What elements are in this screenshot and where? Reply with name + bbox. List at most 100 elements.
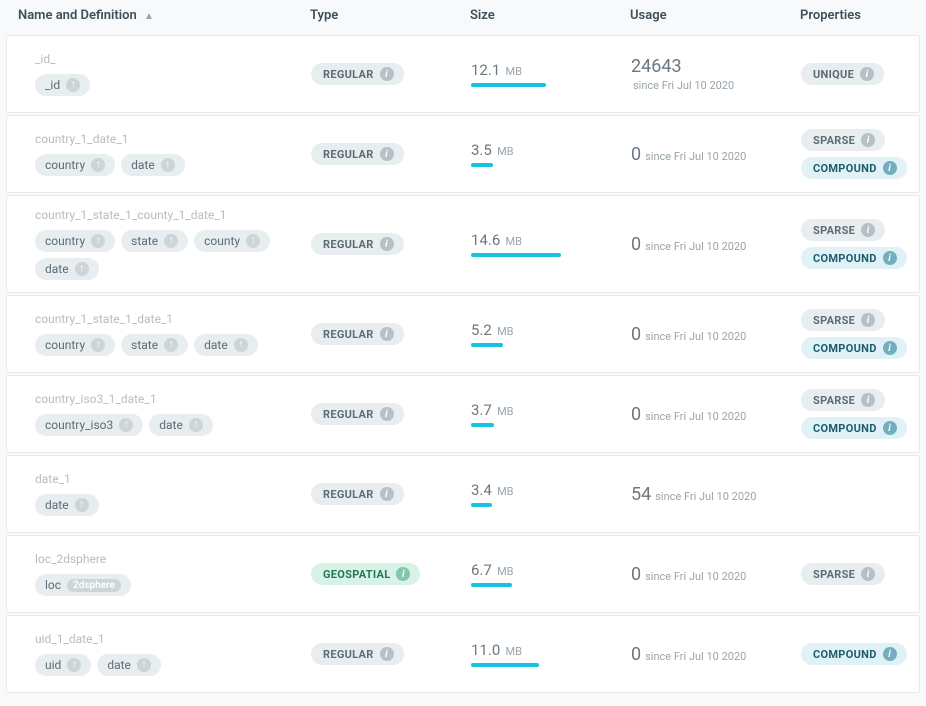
property-badge-compound: COMPOUND i <box>801 337 907 359</box>
sort-asc-icon: ↑ <box>91 234 105 248</box>
info-icon[interactable]: i <box>380 67 394 81</box>
type-label: REGULAR <box>323 488 374 501</box>
field-name: date <box>107 658 131 672</box>
info-icon[interactable]: i <box>380 647 394 661</box>
col-header-size[interactable]: Size <box>470 8 630 23</box>
info-icon[interactable]: i <box>883 421 897 435</box>
size-bar <box>471 83 561 87</box>
sort-asc-icon: ↑ <box>189 418 203 432</box>
usage-count: 0 <box>631 564 641 585</box>
field-pill: date↑ <box>35 258 99 280</box>
size-value: 11.0 <box>471 641 500 659</box>
property-label: COMPOUND <box>813 252 877 265</box>
info-icon[interactable]: i <box>380 327 394 341</box>
field-name: date <box>204 338 228 352</box>
usage-since: since Fri Jul 10 2020 <box>645 150 746 163</box>
field-name: loc <box>45 578 61 592</box>
size-unit: MB <box>497 325 513 338</box>
info-icon[interactable]: i <box>396 567 410 581</box>
field-pill: county↑ <box>194 230 270 252</box>
type-label: REGULAR <box>323 148 374 161</box>
size-unit: MB <box>497 405 513 418</box>
field-pill: _id ↑ <box>35 74 90 96</box>
info-icon[interactable]: i <box>380 147 394 161</box>
index-rows: _id__id↑REGULARi12.1 MB24643since Fri Ju… <box>6 35 920 693</box>
type-badge: GEOSPATIALi <box>311 563 420 585</box>
type-label: REGULAR <box>323 238 374 251</box>
property-badge-sparse: SPARSE i <box>801 129 885 151</box>
info-icon[interactable]: i <box>861 567 875 581</box>
property-label: SPARSE <box>813 568 855 581</box>
property-badge-unique: UNIQUEi <box>801 63 884 85</box>
size-unit: MB <box>497 145 513 158</box>
usage-count: 0 <box>631 404 641 425</box>
size-value: 3.5 <box>471 141 492 159</box>
field-name: _id <box>45 78 60 92</box>
index-name: country_iso3_1_date_1 <box>35 392 311 406</box>
sort-asc-icon: ↑ <box>234 338 248 352</box>
field-pill: state↑ <box>121 230 188 252</box>
info-icon[interactable]: i <box>380 487 394 501</box>
field-name: date <box>159 418 183 432</box>
usage-count: 0 <box>631 234 641 255</box>
field-pill: date ↑ <box>194 334 258 356</box>
sort-asc-icon: ↑ <box>66 78 80 92</box>
info-icon[interactable]: i <box>861 393 875 407</box>
type-label: REGULAR <box>323 648 374 661</box>
size-unit: MB <box>505 235 521 248</box>
col-header-name[interactable]: Name and Definition ▲ <box>10 8 310 23</box>
index-row: country_1_state_1_county_1_date_1country… <box>6 195 920 293</box>
info-icon[interactable]: i <box>883 341 897 355</box>
type-label: REGULAR <box>323 68 374 81</box>
index-fields: _id ↑ <box>35 74 311 96</box>
info-icon[interactable]: i <box>380 407 394 421</box>
info-icon[interactable]: i <box>861 223 875 237</box>
field-pill: date↑ <box>121 154 185 176</box>
property-label: COMPOUND <box>813 162 877 175</box>
size-value: 3.4 <box>471 481 492 499</box>
info-icon[interactable]: i <box>883 251 897 265</box>
col-header-usage[interactable]: Usage <box>630 8 800 23</box>
property-badge-sparse: SPARSEi <box>801 309 885 331</box>
field-name: date <box>45 262 69 276</box>
size-bar <box>471 583 561 587</box>
info-icon[interactable]: i <box>861 133 875 147</box>
usage-count: 0 <box>631 644 641 665</box>
col-header-properties[interactable]: Properties <box>800 8 916 23</box>
type-badge: REGULAR i <box>311 233 404 255</box>
field-pill: state↑ <box>121 334 188 356</box>
usage-count: 24643 <box>631 56 682 77</box>
index-name: country_1_state_1_county_1_date_1 <box>35 208 311 222</box>
info-icon[interactable]: i <box>380 237 394 251</box>
size-value: 14.6 <box>471 231 500 249</box>
info-icon[interactable]: i <box>883 647 897 661</box>
field-pill: date ↑ <box>149 414 213 436</box>
size-value: 3.7 <box>471 401 492 419</box>
field-name: country <box>45 158 85 172</box>
property-badge-sparse: SPARSEi <box>801 219 885 241</box>
sort-asc-icon: ↑ <box>164 234 178 248</box>
usage-since: since Fri Jul 10 2020 <box>645 650 746 663</box>
field-pill: country ↑ <box>35 154 115 176</box>
size-bar <box>471 503 561 507</box>
sort-asc-icon: ↑ <box>164 338 178 352</box>
sort-asc-icon: ↑ <box>91 158 105 172</box>
sort-asc-icon: ↑ <box>91 338 105 352</box>
info-icon[interactable]: i <box>860 67 874 81</box>
field-pill: country↑ <box>35 334 115 356</box>
info-icon[interactable]: i <box>861 313 875 327</box>
property-label: SPARSE <box>813 134 855 147</box>
size-value: 12.1 <box>471 61 500 79</box>
field-pill: uid↑ <box>35 654 91 676</box>
info-icon[interactable]: i <box>883 161 897 175</box>
size-unit: MB <box>497 565 513 578</box>
field-pill: date↑ <box>35 494 99 516</box>
index-fields: country↑state↑county↑date↑ <box>35 230 311 280</box>
index-row: _id__id↑REGULARi12.1 MB24643since Fri Ju… <box>6 35 920 113</box>
field-name: country <box>45 234 85 248</box>
property-label: COMPOUND <box>813 342 877 355</box>
field-type-2dsphere: 2dsphere <box>67 579 121 592</box>
col-header-type[interactable]: Type <box>310 8 470 23</box>
field-name: county <box>204 234 240 248</box>
usage-count: 0 <box>631 144 641 165</box>
